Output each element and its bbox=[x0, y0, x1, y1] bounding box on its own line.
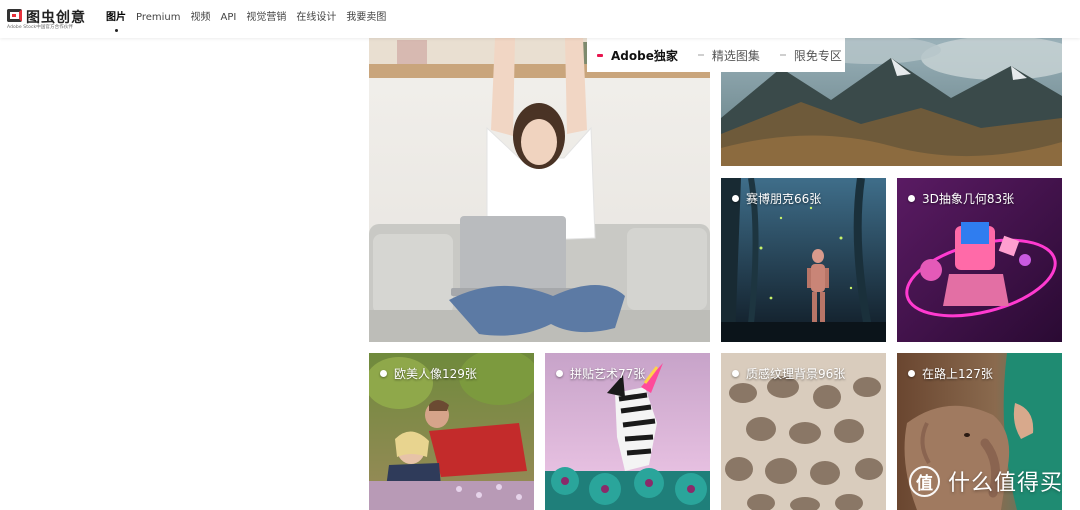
gallery-tile-texture[interactable]: 质感纹理背景96张 bbox=[721, 353, 886, 510]
nav-item-visual-marketing[interactable]: 视觉营销 bbox=[246, 11, 286, 27]
tile-label-text: 质感纹理背景96张 bbox=[746, 367, 846, 381]
bullet-dot-icon bbox=[908, 195, 915, 202]
nav-item-premium[interactable]: Premium bbox=[136, 11, 181, 27]
nav-item-online-design[interactable]: 在线设计 bbox=[296, 11, 336, 27]
tile-label-text: 拼贴艺术77张 bbox=[570, 367, 646, 381]
nav-item-api[interactable]: API bbox=[221, 11, 237, 27]
tab-label: Adobe独家 bbox=[611, 48, 678, 63]
nav-item-sell-images[interactable]: 我要卖图 bbox=[346, 11, 386, 27]
gallery-tile-cyberpunk[interactable]: 赛博朋克66张 bbox=[721, 178, 886, 342]
tile-label-3d-abstract: 3D抽象几何83张 bbox=[908, 190, 1014, 207]
tile-label-text: 3D抽象几何83张 bbox=[922, 192, 1015, 206]
tile-label-text: 在路上127张 bbox=[922, 367, 993, 381]
bullet-dot-icon bbox=[380, 370, 387, 377]
bullet-dot-icon bbox=[732, 370, 739, 377]
bullet-dot-icon bbox=[908, 370, 915, 377]
watermark-text: 什么值得买 bbox=[948, 471, 1064, 496]
tile-label-on-the-road: 在路上127张 bbox=[908, 365, 993, 382]
tab-indicator bbox=[697, 54, 704, 56]
nav-item-images[interactable]: 图片 bbox=[106, 11, 126, 32]
top-navigation-bar: 图虫创意 Adobe Stock中国官方合作伙伴 图片 Premium 视频 A… bbox=[0, 0, 1080, 38]
bullet-dot-icon bbox=[732, 195, 739, 202]
tab-indicator bbox=[597, 53, 603, 57]
gallery-tile-european-portrait[interactable]: 欧美人像129张 bbox=[369, 353, 534, 510]
tile-label-text: 赛博朋克66张 bbox=[746, 192, 822, 206]
tile-label-european-portrait: 欧美人像129张 bbox=[380, 365, 477, 382]
tab-label: 精选图集 bbox=[711, 48, 760, 63]
site-logo[interactable]: 图虫创意 Adobe Stock中国官方合作伙伴 bbox=[7, 8, 87, 30]
logo-subtext: Adobe Stock中国官方合作伙伴 bbox=[7, 25, 74, 30]
gallery-tile-collage-art[interactable]: 拼贴艺术77张 bbox=[545, 353, 710, 510]
woman-laptop-image bbox=[369, 38, 710, 342]
tab-free-zone[interactable]: 限免专区 bbox=[779, 47, 842, 64]
gallery-tile-woman-laptop[interactable] bbox=[369, 38, 710, 342]
tile-label-text: 欧美人像129张 bbox=[394, 367, 477, 381]
smzdm-watermark: 值 什么值得买 bbox=[909, 465, 1063, 497]
nav-item-video[interactable]: 视频 bbox=[191, 11, 211, 27]
bullet-dot-icon bbox=[556, 370, 563, 377]
tile-label-texture: 质感纹理背景96张 bbox=[732, 365, 845, 382]
gallery-tile-3d-abstract[interactable]: 3D抽象几何83张 bbox=[897, 178, 1062, 342]
tile-label-cyberpunk: 赛博朋克66张 bbox=[732, 190, 821, 207]
logo-icon bbox=[7, 9, 22, 22]
watermark-badge-icon: 值 bbox=[909, 465, 940, 497]
tab-adobe-exclusive[interactable]: Adobe独家 bbox=[597, 47, 678, 64]
main-nav: 图片 Premium 视频 API 视觉营销 在线设计 我要卖图 bbox=[106, 11, 396, 32]
tab-indicator bbox=[779, 54, 786, 56]
tile-label-collage-art: 拼贴艺术77张 bbox=[556, 365, 645, 382]
tab-label: 限免专区 bbox=[793, 48, 842, 63]
tab-featured-collections[interactable]: 精选图集 bbox=[697, 47, 760, 64]
category-tabs: Adobe独家 精选图集 限免专区 bbox=[587, 38, 845, 72]
